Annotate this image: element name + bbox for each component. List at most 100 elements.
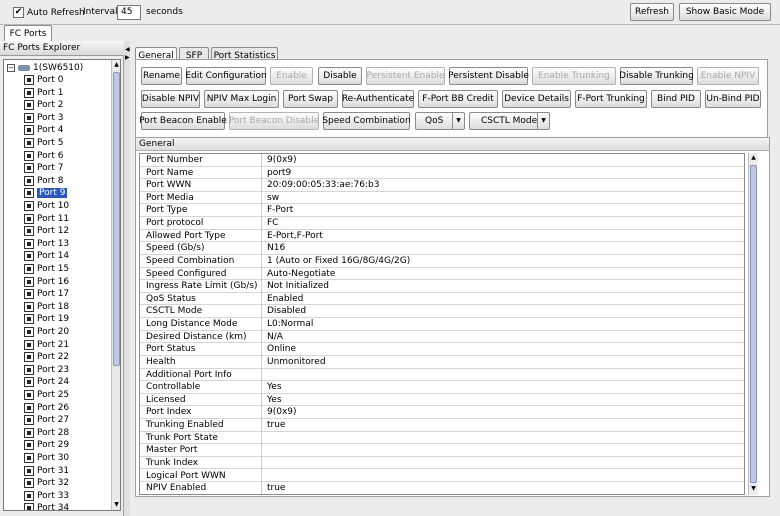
tree-item-port[interactable]: Port 4	[24, 124, 63, 136]
tree-item-port[interactable]: Port 18	[24, 301, 69, 313]
tree-item-port[interactable]: Port 5	[24, 137, 63, 149]
tree-item-port[interactable]: Port 27	[24, 414, 69, 426]
tree-item-port[interactable]: Port 23	[24, 364, 69, 376]
cscl-mode-dropdown[interactable]: CSCTL Mode ▼	[469, 112, 550, 130]
table-row[interactable]: Controllable Yes	[140, 381, 744, 394]
tree-item-port[interactable]: Port 19	[24, 313, 69, 325]
tree-item-port[interactable]: Port 12	[24, 225, 69, 237]
tree-item-port[interactable]: Port 14	[24, 250, 69, 262]
qos-dropdown-arrow-icon[interactable]: ▼	[452, 113, 464, 129]
f-port-trunking-button[interactable]: F-Port Trunking	[575, 90, 647, 108]
device-details-button[interactable]: Device Details	[502, 90, 571, 108]
tree-item-port[interactable]: Port 7	[24, 162, 63, 174]
table-row[interactable]: Port Index 9(0x9)	[140, 406, 744, 419]
tab-fc-ports[interactable]: FC Ports	[4, 25, 52, 41]
table-row[interactable]: Port WWN 20:09:00:05:33:ae:76:b3	[140, 179, 744, 192]
tree-item-port[interactable]: Port 3	[24, 112, 63, 124]
scroll-thumb[interactable]	[750, 165, 757, 483]
interval-input[interactable]: 45	[117, 5, 141, 20]
tree-item-port[interactable]: Port 29	[24, 439, 69, 451]
tree-item-port[interactable]: Port 24	[24, 376, 69, 388]
tree-item-port[interactable]: Port 8	[24, 175, 63, 187]
speed-combination-button[interactable]: Speed Combination	[322, 112, 411, 130]
scroll-up-icon[interactable]: ▲	[749, 153, 758, 163]
scroll-down-icon[interactable]: ▼	[749, 484, 758, 494]
port-swap-button[interactable]: Port Swap	[283, 90, 338, 108]
tree-item-port[interactable]: Port 26	[24, 402, 69, 414]
tree-item-port[interactable]: Port 21	[24, 339, 69, 351]
table-row[interactable]: Desired Distance (km) N/A	[140, 331, 744, 344]
scroll-thumb[interactable]	[113, 72, 120, 366]
tree-item-port[interactable]: Port 22	[24, 351, 69, 363]
tree-item-port[interactable]: Port 15	[24, 263, 69, 275]
tree-item-port[interactable]: Port 25	[24, 389, 69, 401]
tree-item-port[interactable]: Port 9	[24, 187, 68, 199]
tree-item-port[interactable]: Port 6	[24, 150, 63, 162]
rename-button[interactable]: Rename	[141, 67, 182, 85]
tree-item-port[interactable]: Port 34	[24, 502, 69, 510]
table-row[interactable]: Trunk Port State	[140, 432, 744, 445]
table-row[interactable]: Port Number 9(0x9)	[140, 154, 744, 167]
tree-item-port[interactable]: Port 17	[24, 288, 69, 300]
refresh-button[interactable]: Refresh	[630, 3, 674, 21]
tree-item-port[interactable]: Port 28	[24, 427, 69, 439]
collapse-icon[interactable]: −	[7, 64, 15, 72]
show-basic-mode-button[interactable]: Show Basic Mode	[679, 3, 771, 21]
npiv-max-login-button[interactable]: NPIV Max Login	[204, 90, 279, 108]
port-beacon-enable-button[interactable]: Port Beacon Enable	[139, 112, 227, 130]
un-bind-pid-button[interactable]: Un-Bind PID	[705, 90, 761, 108]
tree-item-port[interactable]: Port 11	[24, 213, 69, 225]
table-row[interactable]: Additional Port Info	[140, 369, 744, 382]
table-row[interactable]: Ingress Rate Limit (Gb/s) Not Initialized	[140, 280, 744, 293]
disable-button[interactable]: Disable	[318, 67, 362, 85]
table-row[interactable]: Long Distance Mode L0:Normal	[140, 318, 744, 331]
table-row[interactable]: Master Port	[140, 444, 744, 457]
qos-dropdown[interactable]: QoS ▼	[415, 112, 465, 130]
tree-item-port[interactable]: Port 10	[24, 200, 69, 212]
table-row[interactable]: QoS Status Enabled	[140, 293, 744, 306]
table-row[interactable]: Trunking Enabled true	[140, 419, 744, 432]
auto-refresh-checkbox[interactable]: ✔ Auto Refresh	[11, 5, 87, 20]
property-scrollbar[interactable]: ▲ ▼	[748, 153, 758, 495]
tree-item-port[interactable]: Port 1	[24, 87, 63, 99]
table-row[interactable]: NPIV Enabled true	[140, 482, 744, 494]
tree-item-port[interactable]: Port 20	[24, 326, 69, 338]
collapse-left-icon[interactable]: ◀	[125, 46, 130, 53]
cscl-dropdown-arrow-icon[interactable]: ▼	[537, 113, 549, 129]
table-row[interactable]: Logical Port WWN	[140, 470, 744, 483]
table-row[interactable]: Port Type F-Port	[140, 204, 744, 218]
re-authenticate-button[interactable]: Re-Authenticate	[342, 90, 414, 108]
table-row[interactable]: Health Unmonitored	[140, 356, 744, 369]
table-row[interactable]: Port Status Online	[140, 343, 744, 356]
table-row[interactable]: Licensed Yes	[140, 394, 744, 407]
persistent-disable-button[interactable]: Persistent Disable	[448, 67, 529, 85]
port-beacon-disable-button[interactable]: Port Beacon Disable	[229, 112, 319, 130]
bind-pid-button[interactable]: Bind PID	[651, 90, 701, 108]
table-row[interactable]: Port Name port9	[140, 167, 744, 180]
tree-scrollbar[interactable]: ▲ ▼	[111, 60, 120, 510]
tree-item-port[interactable]: Port 2	[24, 99, 63, 111]
tree-item-port[interactable]: Port 16	[24, 276, 69, 288]
tree-item-port[interactable]: Port 13	[24, 238, 69, 250]
scroll-down-icon[interactable]: ▼	[112, 500, 120, 510]
edit-configuration-button[interactable]: Edit Configuration	[185, 67, 267, 85]
disable-trunking-button[interactable]: Disable Trunking	[619, 67, 694, 85]
f-port-bb-credit-button[interactable]: F-Port BB Credit	[418, 90, 498, 108]
table-row[interactable]: Speed Configured Auto-Negotiate	[140, 268, 744, 281]
switch-node[interactable]: − 1(SW6510)	[7, 62, 83, 74]
table-row[interactable]: Trunk Index	[140, 457, 744, 470]
disable-npiv-button[interactable]: Disable NPIV	[141, 90, 200, 108]
tree-item-port[interactable]: Port 31	[24, 465, 69, 477]
tree-item-port[interactable]: Port 32	[24, 477, 69, 489]
scroll-up-icon[interactable]: ▲	[112, 60, 120, 70]
table-row[interactable]: Port protocol FC	[140, 217, 744, 230]
enable-button[interactable]: Enable	[270, 67, 313, 85]
expand-right-icon[interactable]: ▶	[125, 54, 130, 61]
table-row[interactable]: Speed (Gb/s) N16	[140, 242, 744, 255]
tree-item-port[interactable]: Port 33	[24, 490, 69, 502]
table-row[interactable]: CSCTL Mode Disabled	[140, 305, 744, 319]
tree-item-port[interactable]: Port 0	[24, 74, 63, 86]
tree-item-port[interactable]: Port 30	[24, 452, 69, 464]
table-row[interactable]: Port Media sw	[140, 192, 744, 205]
enable-trunking-button[interactable]: Enable Trunking	[532, 67, 616, 85]
